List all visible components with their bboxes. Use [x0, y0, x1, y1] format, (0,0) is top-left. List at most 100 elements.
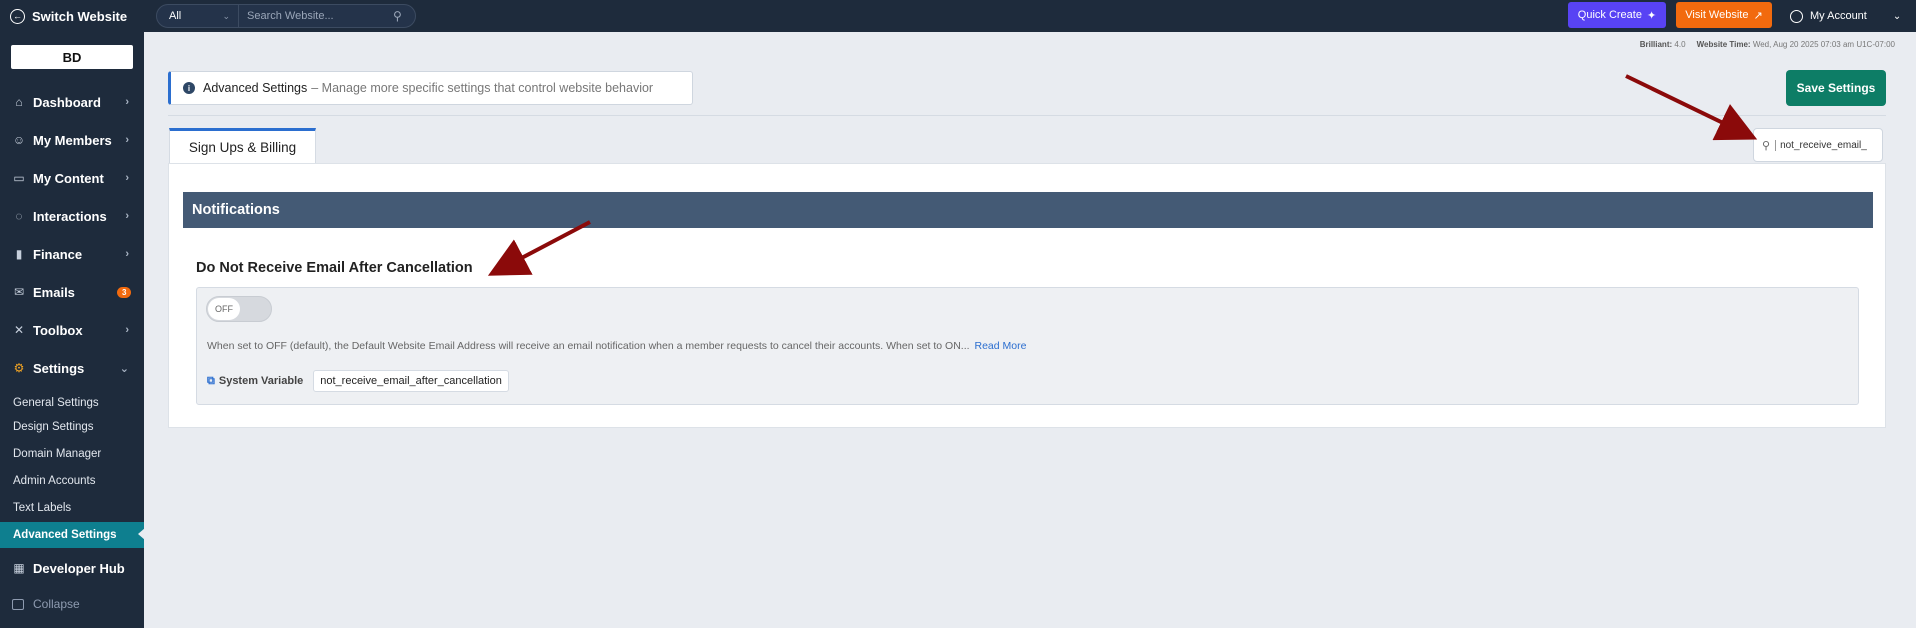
system-variable-label: System Variable	[218, 375, 304, 387]
sidebar-item-settings[interactable]: ⚙ Settings ⌄	[0, 350, 144, 386]
info-icon: i	[183, 82, 195, 94]
system-variable: ⧉ System Variable not_receive_email_afte…	[207, 370, 509, 392]
search-scope-select[interactable]: All ⌄	[157, 5, 239, 27]
setting-help-text: When set to OFF (default), the Default W…	[207, 340, 1026, 352]
settings-panel: Notifications Do Not Receive Email After…	[168, 163, 1886, 428]
help-text: When set to OFF (default), the Default W…	[207, 340, 970, 352]
sidebar-sub-label: Text Labels	[13, 502, 72, 514]
search-input[interactable]	[239, 10, 393, 22]
sidebar-item-developer-hub[interactable]: ▦ Developer Hub	[0, 550, 144, 586]
my-account-menu[interactable]: My Account ⌄	[1790, 0, 1901, 32]
website-meta: Brilliant: 4.0 Website Time: Wed, Aug 20…	[1640, 40, 1895, 49]
sidebar-item-label: Settings	[33, 360, 85, 376]
page-title-banner: i Advanced Settings – Manage more specif…	[168, 71, 693, 105]
sidebar-sub-admin-accounts[interactable]: Admin Accounts	[0, 469, 144, 493]
tab-sign-ups-billing[interactable]: Sign Ups & Billing	[169, 128, 316, 164]
chevron-right-icon: ›	[125, 248, 129, 260]
save-settings-button[interactable]: Save Settings	[1786, 70, 1886, 106]
brilliant-value: 4.0	[1674, 40, 1686, 49]
gear-icon: ⚙	[13, 361, 25, 375]
setting-toggle[interactable]: OFF	[206, 296, 272, 322]
home-icon: ⌂	[15, 95, 23, 109]
chevron-down-icon: ⌄	[222, 10, 230, 21]
switch-website-label: Switch Website	[32, 8, 128, 24]
user-circle-icon	[1790, 9, 1803, 23]
users-icon: ☺	[12, 133, 26, 147]
mail-icon: ✉	[13, 285, 25, 299]
section-header-notifications: Notifications	[183, 192, 1873, 228]
site-logo[interactable]: BD	[11, 45, 133, 69]
sidebar-item-my-members[interactable]: ☺ My Members ›	[0, 122, 144, 158]
content-icon: ▭	[13, 171, 25, 185]
settings-tabstrip: Sign Ups & Billing ⚲ not_receive_email_	[168, 115, 1886, 164]
toggle-knob: OFF	[208, 298, 240, 320]
search-icon[interactable]: ⚲	[393, 9, 415, 23]
chat-icon: ◌	[15, 209, 23, 223]
chevron-right-icon: ›	[125, 172, 129, 184]
sidebar: BD ⌂ Dashboard › ☺ My Members › ▭ My Con…	[0, 32, 145, 628]
sidebar-sub-label: Advanced Settings	[13, 529, 117, 541]
chevron-right-icon: ›	[125, 210, 129, 222]
sidebar-sub-general-settings[interactable]: General Settings	[0, 391, 144, 415]
sidebar-item-interactions[interactable]: ◌ Interactions ›	[0, 198, 144, 234]
sidebar-item-label: Interactions	[33, 208, 107, 224]
tools-icon: ✕	[13, 323, 25, 337]
quick-create-button[interactable]: Quick Create ✦	[1568, 2, 1666, 28]
sidebar-item-label: Developer Hub	[33, 560, 125, 576]
setting-title: Do Not Receive Email After Cancellation	[196, 260, 473, 276]
quick-create-label: Quick Create	[1577, 9, 1642, 21]
collapse-label: Collapse	[33, 597, 80, 611]
read-more-link[interactable]: Read More	[974, 340, 1026, 352]
sidebar-item-label: Finance	[33, 246, 83, 262]
switch-website-button[interactable]: ← Switch Website	[0, 0, 144, 32]
system-variable-value[interactable]: not_receive_email_after_cancellation	[313, 370, 509, 392]
sidebar-item-label: Toolbox	[33, 322, 83, 338]
settings-search-value: not_receive_email_	[1775, 139, 1867, 151]
sidebar-item-dashboard[interactable]: ⌂ Dashboard ›	[0, 84, 144, 120]
sidebar-item-label: Dashboard	[33, 94, 101, 110]
sidebar-item-label: Emails	[33, 284, 75, 300]
copy-icon[interactable]: ⧉	[207, 375, 215, 388]
collapse-sidebar-button[interactable]: Collapse	[12, 597, 80, 611]
sidebar-sub-label: Design Settings	[13, 421, 94, 433]
sidebar-sub-label: Domain Manager	[13, 448, 102, 460]
visit-website-button[interactable]: Visit Website ↗	[1676, 2, 1772, 28]
top-bar: ← Switch Website All ⌄ ⚲ Quick Create ✦ …	[0, 0, 1916, 32]
sidebar-sub-design-settings[interactable]: Design Settings	[0, 415, 144, 439]
website-search: All ⌄ ⚲	[156, 4, 416, 28]
website-time-label: Website Time:	[1696, 40, 1751, 49]
logo-text: BD	[62, 49, 82, 65]
sidebar-item-my-content[interactable]: ▭ My Content ›	[0, 160, 144, 196]
chevron-right-icon: ›	[125, 134, 129, 146]
sidebar-sub-label: General Settings	[13, 397, 99, 409]
settings-search-input[interactable]: ⚲ not_receive_email_	[1753, 128, 1883, 162]
external-link-icon: ↗	[1753, 9, 1763, 22]
sidebar-sub-text-labels[interactable]: Text Labels	[0, 496, 144, 520]
grid-icon: ▦	[13, 561, 25, 575]
search-scope-value: All	[169, 10, 182, 22]
chevron-right-icon: ›	[125, 96, 129, 108]
emails-count-badge: 3	[117, 286, 132, 298]
sparkle-icon: ✦	[1646, 9, 1657, 22]
chevron-down-icon: ⌄	[119, 362, 129, 375]
chevron-right-icon: ›	[125, 324, 129, 336]
my-account-label: My Account	[1810, 10, 1867, 22]
visit-website-label: Visit Website	[1685, 9, 1749, 21]
setting-box: OFF When set to OFF (default), the Defau…	[196, 287, 1859, 405]
page-title: Advanced Settings	[203, 81, 308, 95]
arrow-left-circle-icon: ←	[10, 8, 25, 24]
sidebar-item-toolbox[interactable]: ✕ Toolbox ›	[0, 312, 144, 348]
sidebar-item-finance[interactable]: ▮ Finance ›	[0, 236, 144, 272]
page-description: – Manage more specific settings that con…	[311, 81, 654, 95]
sidebar-item-emails[interactable]: ✉ Emails 3	[0, 274, 144, 310]
sidebar-sub-advanced-settings[interactable]: Advanced Settings	[0, 522, 145, 548]
website-time-value: Wed, Aug 20 2025 07:03 am U1C-07:00	[1752, 40, 1895, 49]
chevron-down-icon: ⌄	[1892, 10, 1902, 22]
sidebar-collapse-icon	[12, 598, 24, 610]
chart-icon: ▮	[15, 247, 23, 261]
sidebar-item-label: My Content	[33, 170, 104, 186]
brilliant-label: Brilliant:	[1639, 40, 1673, 49]
sidebar-sub-label: Admin Accounts	[13, 475, 96, 487]
sidebar-item-label: My Members	[33, 132, 112, 148]
sidebar-sub-domain-manager[interactable]: Domain Manager	[0, 442, 144, 466]
